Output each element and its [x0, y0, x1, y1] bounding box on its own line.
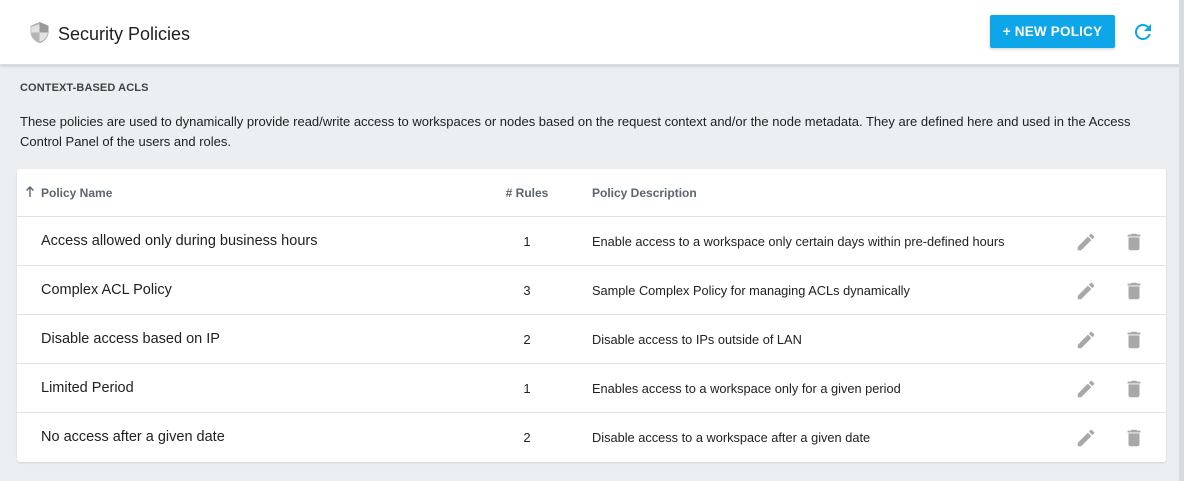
pencil-icon[interactable]	[1075, 378, 1097, 400]
policy-name: Limited Period	[41, 380, 134, 396]
policy-description: Disable access to a workspace after a gi…	[592, 430, 871, 445]
policy-name: Complex ACL Policy	[41, 282, 172, 298]
policy-rules-count: 2	[523, 332, 531, 347]
page-title: Security Policies	[58, 24, 191, 44]
trash-icon[interactable]	[1123, 280, 1145, 302]
policy-name: No access after a given date	[41, 429, 225, 445]
pencil-icon[interactable]	[1075, 427, 1097, 449]
pencil-icon[interactable]	[1075, 329, 1097, 351]
shield-icon	[30, 22, 49, 43]
policy-description: Enable access to a workspace only certai…	[592, 234, 1005, 249]
policy-rules-count: 3	[523, 283, 531, 298]
pencil-icon[interactable]	[1075, 280, 1097, 302]
table-row[interactable]: No access after a given date 2 Disable a…	[17, 413, 1166, 462]
table-row[interactable]: Complex ACL Policy 3 Sample Complex Poli…	[17, 266, 1166, 315]
trash-icon[interactable]	[1123, 231, 1145, 253]
policy-description: Enables access to a workspace only for a…	[592, 381, 901, 396]
column-header-policy-description[interactable]: Policy Description	[592, 186, 697, 200]
table-row[interactable]: Access allowed only during business hour…	[17, 217, 1166, 266]
top-bar: Security Policies + NEW POLICY	[0, 0, 1184, 65]
trash-icon[interactable]	[1123, 427, 1145, 449]
policy-rules-count: 1	[523, 234, 531, 249]
new-policy-button[interactable]: + NEW POLICY	[990, 15, 1115, 48]
column-header-rules[interactable]: # Rules	[497, 186, 557, 200]
policy-name: Disable access based on IP	[41, 331, 220, 347]
column-header-policy-name[interactable]: Policy Name	[41, 186, 112, 200]
table-header: Policy Name # Rules Policy Description	[17, 169, 1166, 217]
arrow-up-icon[interactable]	[25, 186, 35, 198]
policy-description: Sample Complex Policy for managing ACLs …	[592, 283, 910, 298]
policy-name: Access allowed only during business hour…	[41, 233, 318, 249]
section-description: These policies are used to dynamically p…	[20, 114, 1131, 149]
refresh-icon[interactable]	[1131, 20, 1155, 44]
table-row[interactable]: Limited Period 1 Enables access to a wor…	[17, 364, 1166, 413]
trash-icon[interactable]	[1123, 329, 1145, 351]
policy-description: Disable access to IPs outside of LAN	[592, 332, 802, 347]
policy-rules-count: 1	[523, 381, 531, 396]
policies-table: Policy Name # Rules Policy Description A…	[17, 169, 1166, 462]
scrollbar[interactable]	[1179, 0, 1184, 481]
section-title: CONTEXT-BASED ACLS	[20, 82, 149, 94]
pencil-icon[interactable]	[1075, 231, 1097, 253]
table-row[interactable]: Disable access based on IP 2 Disable acc…	[17, 315, 1166, 364]
trash-icon[interactable]	[1123, 378, 1145, 400]
policy-rules-count: 2	[523, 430, 531, 445]
